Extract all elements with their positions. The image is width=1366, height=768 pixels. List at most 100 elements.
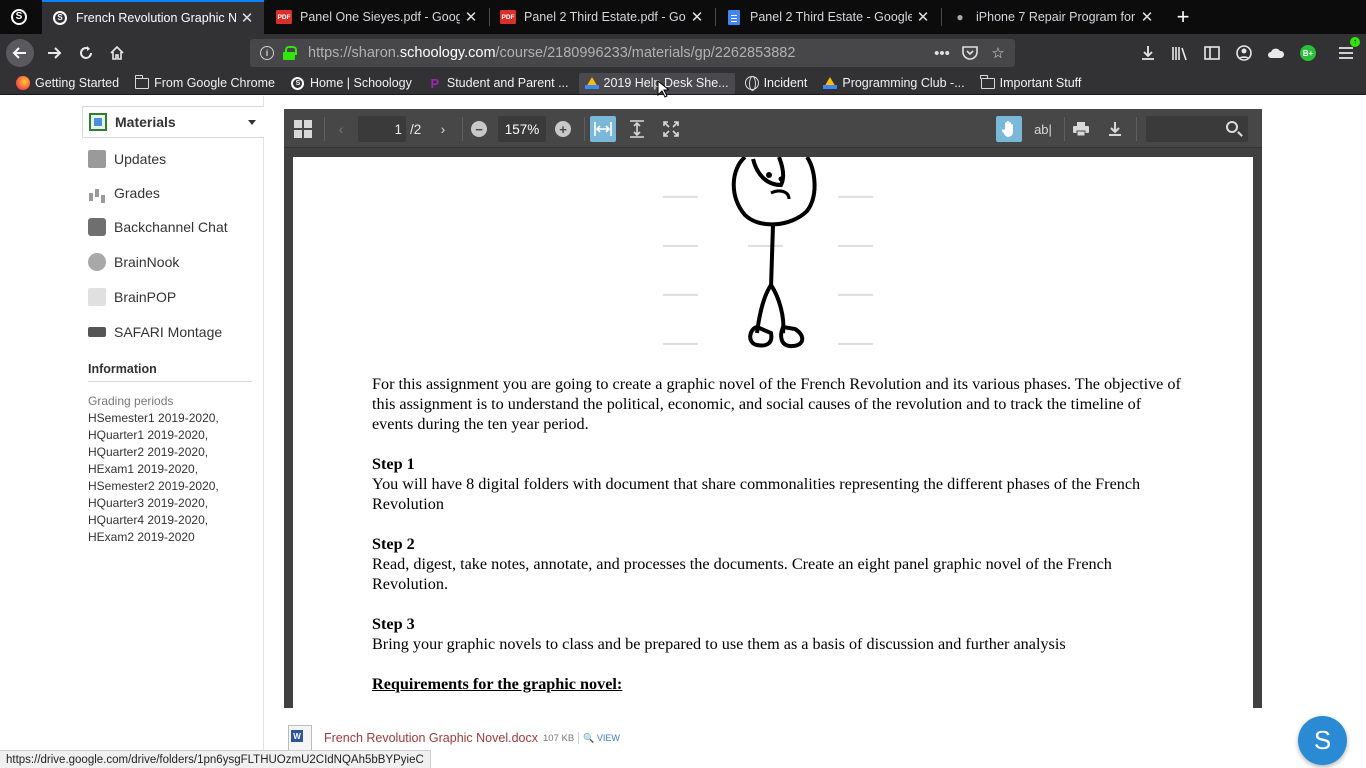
- extension-cloud-icon[interactable]: [1264, 41, 1288, 65]
- pocket-icon[interactable]: [959, 42, 981, 64]
- extension-badge-icon[interactable]: B+: [1296, 41, 1320, 65]
- safari-montage-icon: [88, 327, 106, 337]
- step-heading: Step 1: [372, 455, 415, 473]
- zoom-in-button[interactable]: +: [550, 116, 576, 142]
- brainnook-icon: [88, 253, 106, 271]
- sidebar-item-brainpop[interactable]: BrainPOP: [88, 285, 176, 309]
- download-button[interactable]: [1102, 116, 1128, 142]
- sidebar-item-updates[interactable]: Updates: [88, 147, 166, 171]
- next-page-button[interactable]: ›: [430, 116, 456, 142]
- sidebar-item-backchannel-chat[interactable]: Backchannel Chat: [88, 215, 228, 239]
- sidebar-item-safari-montage[interactable]: SAFARI Montage: [88, 320, 222, 344]
- tab-panel-one-sieyes[interactable]: PDF Panel One Sieyes.pdf - Google ✕: [266, 0, 488, 34]
- fit-page-button[interactable]: [624, 116, 650, 142]
- close-tab-icon[interactable]: ✕: [460, 6, 482, 28]
- fit-width-button[interactable]: [590, 116, 616, 142]
- apple-icon: ●: [956, 10, 964, 24]
- navigation-bar: i https://sharon.schoology.com/course/21…: [0, 34, 1366, 72]
- previous-page-button[interactable]: ‹: [328, 116, 354, 142]
- page-total: /2: [410, 121, 422, 137]
- bookmark-home-schoology[interactable]: S Home | Schoology: [285, 73, 418, 94]
- materials-icon: [89, 113, 107, 131]
- lock-icon[interactable]: [282, 45, 297, 61]
- pdf-icon: PDF: [276, 9, 292, 25]
- attachment-link[interactable]: French Revolution Graphic Novel.docx: [324, 731, 538, 745]
- close-tab-icon[interactable]: ✕: [912, 6, 934, 28]
- tab-french-revolution[interactable]: S French Revolution Graphic Nove ✕: [42, 0, 264, 34]
- bookmark-student-and-parent[interactable]: P Student and Parent ...: [422, 73, 575, 94]
- bookmark-incident[interactable]: Incident: [739, 73, 814, 94]
- page-number-input[interactable]: 1: [358, 116, 406, 142]
- thumbnails-grid-icon[interactable]: [290, 116, 316, 142]
- bookmark-getting-started[interactable]: Getting Started: [10, 73, 125, 94]
- home-button[interactable]: [103, 39, 131, 67]
- bookmark-star-icon[interactable]: ☆: [987, 42, 1009, 64]
- close-tab-icon[interactable]: ✕: [686, 6, 708, 28]
- bookmark-important-stuff[interactable]: Important Stuff: [975, 73, 1088, 94]
- page-content: Materials Updates Grades Backchannel Cha…: [0, 96, 1366, 751]
- bookmark-programming-club[interactable]: Programming Club -...: [817, 73, 970, 94]
- new-tab-button[interactable]: +: [1170, 4, 1196, 30]
- hand-tool-button[interactable]: [996, 116, 1022, 142]
- sidebar-toggle-icon[interactable]: [1200, 41, 1224, 65]
- reload-button[interactable]: [72, 39, 100, 67]
- sidebar-item-brainnook[interactable]: BrainNook: [88, 250, 179, 274]
- grading-period: HQuarter4 2019-2020,: [88, 513, 209, 527]
- menu-icon[interactable]: ↑: [1334, 37, 1360, 65]
- course-sidebar: Materials Updates Grades Backchannel Cha…: [0, 96, 264, 750]
- view-attachment-link[interactable]: 🔍 VIEW: [583, 733, 620, 744]
- home-icon: [110, 45, 124, 60]
- pdf-search-input[interactable]: [1146, 116, 1248, 142]
- step-text: Bring your graphic novels to class and b…: [372, 635, 1066, 653]
- address-bar[interactable]: i https://sharon.schoology.com/course/21…: [250, 39, 1015, 67]
- tab-panel-2-third-estate-doc[interactable]: Panel 2 Third Estate - Google D ✕: [716, 0, 940, 34]
- page-actions-icon[interactable]: •••: [931, 42, 953, 64]
- zoom-out-button[interactable]: −: [466, 116, 492, 142]
- zoom-level[interactable]: 157%: [498, 116, 546, 142]
- fullscreen-button[interactable]: [658, 116, 684, 142]
- sidebar-item-materials[interactable]: Materials: [82, 106, 264, 138]
- intro-paragraph: For this assignment you are going to cre…: [372, 375, 1181, 433]
- tab-title: Panel One Sieyes.pdf - Google: [300, 10, 460, 24]
- chat-icon: [88, 218, 106, 236]
- toolbar-divider: [324, 117, 325, 141]
- step-text: You will have 8 digital folders with doc…: [372, 475, 1141, 513]
- brainpop-icon: [88, 288, 106, 306]
- close-tab-icon[interactable]: ✕: [1136, 6, 1158, 28]
- help-chat-button[interactable]: S: [1298, 716, 1347, 765]
- reload-icon: [80, 46, 92, 59]
- toolbar-divider: [1064, 117, 1065, 141]
- bookmark-from-google-chrome[interactable]: From Google Chrome: [129, 73, 281, 94]
- account-icon[interactable]: [1232, 41, 1256, 65]
- tab-panel-2-third-estate-pdf[interactable]: PDF Panel 2 Third Estate.pdf - Goog ✕: [490, 0, 714, 34]
- chevron-down-icon[interactable]: [248, 119, 256, 125]
- grading-periods-list: HSemester1 2019-2020, HQuarter1 2019-202…: [88, 410, 219, 546]
- attachment-row: French Revolution Graphic Novel.docx 107…: [288, 725, 620, 751]
- tab-bar: S S French Revolution Graphic Nove ✕ PDF…: [0, 0, 1366, 34]
- firefox-icon: [16, 76, 30, 90]
- update-arrow-icon: ↑: [1350, 37, 1360, 47]
- watermark: ▬▬▬▬▬: [838, 193, 873, 200]
- tab-iphone-repair[interactable]: ● iPhone 7 Repair Program for "N ✕: [942, 0, 1164, 34]
- tab-title: iPhone 7 Repair Program for "N: [976, 10, 1136, 24]
- back-button[interactable]: [6, 39, 34, 67]
- pdf-viewer: ‹ 1 /2 › − 157% + ab| ▬▬▬▬▬ ▬▬▬▬▬ ▬▬▬▬▬ …: [284, 109, 1262, 708]
- text-select-tool-button[interactable]: ab|: [1030, 116, 1056, 142]
- url-text[interactable]: https://sharon.schoology.com/course/2180…: [308, 45, 931, 61]
- downloads-icon[interactable]: [1136, 41, 1160, 65]
- info-icon[interactable]: i: [260, 46, 274, 60]
- divider: [578, 732, 580, 744]
- library-icon[interactable]: [1168, 41, 1192, 65]
- schoology-app-icon[interactable]: S: [8, 6, 30, 28]
- stick-figure-illustration: [731, 157, 817, 349]
- step-text: Read, digest, take notes, annotate, and …: [372, 555, 1112, 593]
- print-button[interactable]: [1068, 116, 1094, 142]
- folder-icon: [980, 74, 995, 90]
- sidebar-item-grades[interactable]: Grades: [88, 181, 160, 205]
- toolbar-divider: [584, 117, 585, 141]
- grading-period: HExam2 2019-2020: [88, 530, 195, 544]
- search-icon[interactable]: [1226, 121, 1238, 133]
- pdf-icon: PDF: [500, 9, 516, 25]
- forward-button[interactable]: [40, 39, 68, 67]
- close-tab-icon[interactable]: ✕: [236, 7, 258, 29]
